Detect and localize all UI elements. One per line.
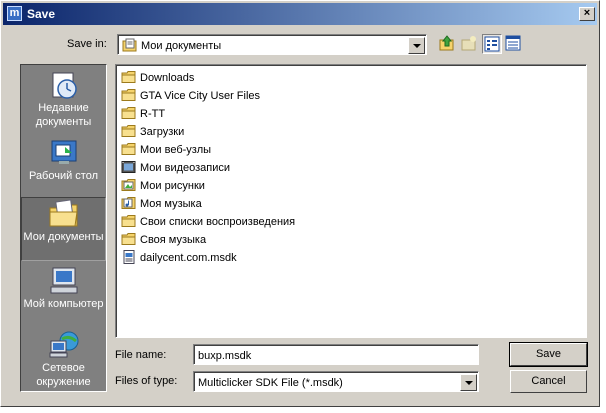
places-bar: Недавние документы Рабочий стол Мои доку…: [20, 64, 107, 392]
new-folder-button[interactable]: [460, 34, 480, 54]
title-bar[interactable]: m Save ×: [3, 3, 597, 25]
desktop-icon: [51, 140, 76, 164]
new-folder-icon: [461, 36, 476, 51]
place-label: Сетевое окружение: [36, 362, 91, 388]
file-type-label: Files of type:: [115, 375, 178, 387]
window-title: Save: [27, 7, 56, 21]
file-name: Мои веб-узлы: [140, 144, 212, 156]
video-folder-icon: [121, 161, 136, 173]
place-label: Недавние документы: [35, 102, 92, 128]
file-name: GTA Vice City User Files: [140, 90, 261, 102]
save-in-label: Save in:: [67, 38, 107, 50]
folder-icon: [121, 89, 136, 101]
cancel-button[interactable]: Cancel: [510, 370, 587, 393]
file-name: Моя музыка: [140, 198, 202, 210]
save-button[interactable]: Save: [509, 342, 588, 367]
file-name-label: File name:: [115, 349, 167, 361]
list-view-button[interactable]: [482, 34, 502, 54]
folder-icon: [121, 215, 136, 227]
place-label: Мой компьютер: [23, 298, 104, 310]
file-name: Загрузки: [140, 126, 185, 138]
file-type-dropdown-arrow[interactable]: [460, 374, 477, 391]
file-name: Свои списки воспроизведения: [140, 216, 296, 228]
my-documents-small-icon: [122, 38, 137, 52]
up-folder-icon: [439, 35, 454, 51]
recent-documents-icon: [52, 72, 77, 99]
folder-icon: [121, 233, 136, 245]
details-view-icon: [505, 35, 521, 51]
my-computer-icon: [50, 267, 77, 294]
file-name: R-TT: [140, 108, 166, 120]
folder-icon: [121, 107, 136, 119]
file-name: Своя музыка: [140, 234, 207, 246]
file-type-dropdown[interactable]: Multiclicker SDK File (*.msdk): [193, 371, 479, 392]
file-list[interactable]: Downloads GTA Vice City User Files R-TT …: [115, 64, 587, 338]
folder-icon: [121, 125, 136, 137]
file-icon: [123, 250, 135, 264]
file-name-field[interactable]: buxp.msdk: [193, 344, 479, 365]
up-folder-button[interactable]: [438, 34, 458, 54]
folder-icon: [121, 143, 136, 155]
place-my-computer[interactable]: Мой компьютер: [21, 265, 106, 327]
my-documents-icon: [49, 199, 78, 227]
app-icon: m: [7, 6, 22, 21]
file-name: Downloads: [140, 72, 195, 84]
save-dialog: m Save × Save in: Мои документы Недавние…: [0, 0, 600, 407]
file-name: dailycent.com.msdk: [140, 252, 237, 264]
save-in-value: Мои документы: [141, 40, 222, 52]
file-name: Мои видеозаписи: [140, 162, 231, 174]
list-view-icon: [484, 36, 500, 52]
file-name: Мои рисунки: [140, 180, 205, 192]
details-view-button[interactable]: [504, 34, 524, 54]
file-name-value: buxp.msdk: [198, 350, 252, 362]
place-network[interactable]: Сетевое окружение: [21, 329, 106, 389]
file-type-value: Multiclicker SDK File (*.msdk): [198, 377, 343, 389]
save-in-dropdown-arrow[interactable]: [408, 37, 425, 54]
save-in-dropdown[interactable]: Мои документы: [117, 34, 427, 55]
place-label: Рабочий стол: [28, 170, 99, 182]
place-recent-documents[interactable]: Недавние документы: [21, 69, 106, 131]
folder-icon: [121, 71, 136, 83]
pictures-folder-icon: [121, 179, 136, 191]
close-button[interactable]: ×: [579, 7, 595, 21]
music-folder-icon: [121, 197, 136, 209]
place-my-documents[interactable]: Мои документы: [21, 197, 106, 261]
place-label: Мои документы: [23, 231, 104, 243]
network-icon: [49, 331, 78, 358]
place-desktop[interactable]: Рабочий стол: [21, 137, 106, 195]
